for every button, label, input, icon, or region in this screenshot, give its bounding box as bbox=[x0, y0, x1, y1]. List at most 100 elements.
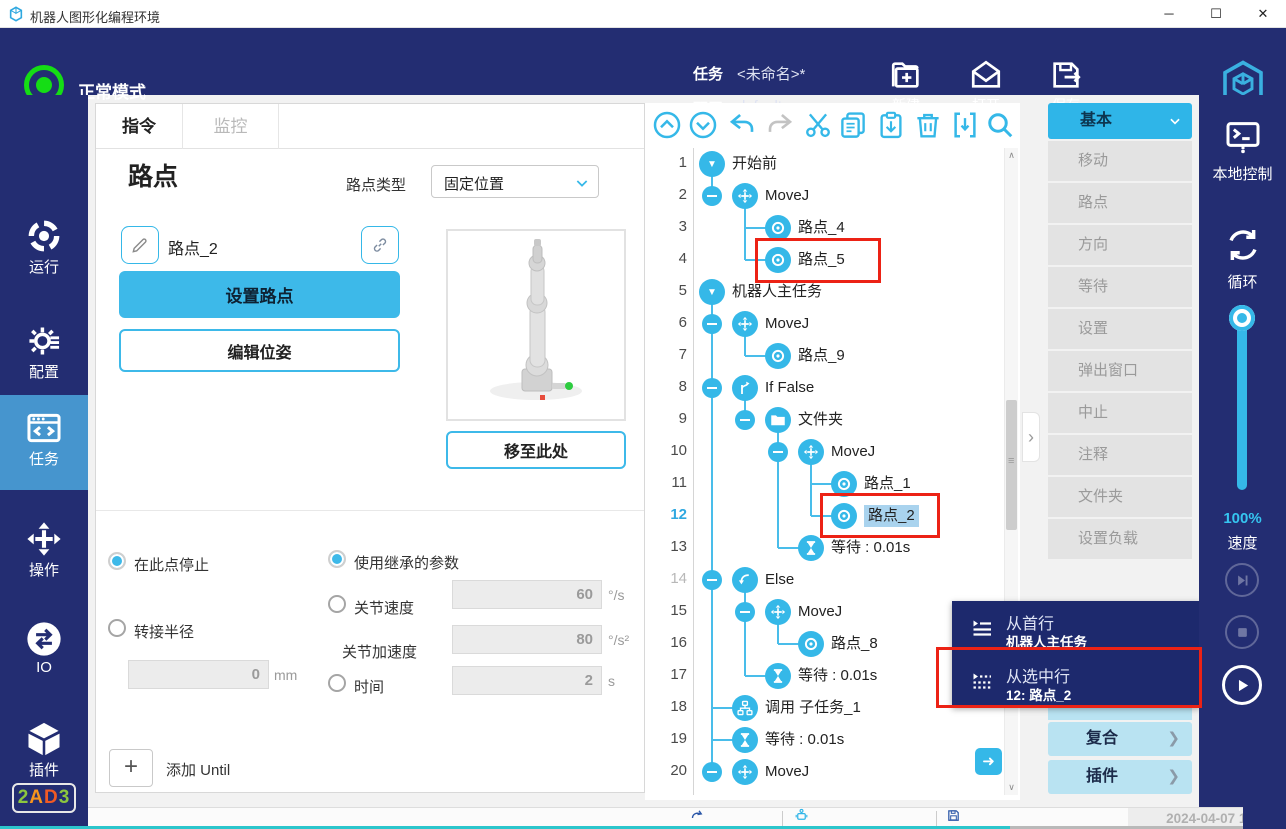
speed-slider-thumb[interactable] bbox=[1229, 305, 1255, 331]
blend-radius-input[interactable]: 0 bbox=[128, 660, 269, 689]
link-button[interactable] bbox=[361, 226, 399, 264]
palette-item-2[interactable]: 方向 bbox=[1048, 225, 1192, 265]
sidebar-item-task[interactable]: 任务 bbox=[0, 395, 88, 490]
tree-row-label[interactable]: 路点_2 bbox=[864, 505, 919, 527]
collapse-minus-icon[interactable] bbox=[702, 570, 722, 590]
tree-row-label[interactable]: If False bbox=[765, 377, 814, 399]
tree-row-label[interactable]: 路点_8 bbox=[831, 633, 878, 655]
play-button[interactable] bbox=[1222, 665, 1262, 705]
tree-row-label[interactable]: MoveJ bbox=[798, 601, 842, 623]
collapse-minus-icon[interactable] bbox=[735, 602, 755, 622]
palette-item-0[interactable]: 移动 bbox=[1048, 141, 1192, 181]
tree-row-label[interactable]: 路点_4 bbox=[798, 217, 845, 239]
collapse-minus-icon[interactable] bbox=[702, 378, 722, 398]
tree-row-label[interactable]: Else bbox=[765, 569, 794, 591]
rename-button[interactable] bbox=[121, 226, 159, 264]
step-forward-button[interactable] bbox=[1225, 563, 1259, 597]
joint-accel-input[interactable]: 80 bbox=[452, 625, 602, 654]
palette-hidden-button[interactable] bbox=[1048, 708, 1192, 720]
sidebar-item-run[interactable]: 运行 bbox=[0, 203, 88, 298]
tree-collapse-icon[interactable]: ▼ bbox=[699, 279, 725, 305]
delete-button[interactable] bbox=[913, 110, 943, 140]
stop-here-radio[interactable] bbox=[108, 552, 126, 570]
palette-item-4[interactable]: 设置 bbox=[1048, 309, 1192, 349]
context-menu-item-0[interactable]: 从首行 机器人主任务 bbox=[952, 601, 1200, 654]
search-button[interactable] bbox=[985, 110, 1015, 140]
robot-id-badge[interactable]: 2AD3 bbox=[12, 783, 76, 813]
collapse-minus-icon[interactable] bbox=[735, 410, 755, 430]
tree-row-label[interactable]: MoveJ bbox=[765, 313, 809, 335]
tree-row-label[interactable]: 开始前 bbox=[732, 153, 777, 175]
local-control-icon[interactable] bbox=[1223, 117, 1263, 157]
tree-row-label[interactable]: MoveJ bbox=[765, 761, 809, 783]
set-waypoint-button[interactable]: 设置路点 bbox=[119, 271, 400, 318]
task-value: <未命名>* bbox=[737, 63, 805, 84]
blend-radius-radio[interactable] bbox=[108, 619, 126, 637]
context-menu-item-1[interactable]: 从选中行 12: 路点_2 bbox=[952, 654, 1200, 707]
sidebar-item-config[interactable]: 配置 bbox=[0, 308, 88, 403]
time-radio[interactable] bbox=[328, 674, 346, 692]
time-input[interactable]: 2 bbox=[452, 666, 602, 695]
minimize-button[interactable]: ─ bbox=[1146, 0, 1192, 28]
tree-row-label[interactable]: 等待 : 0.01s bbox=[765, 729, 844, 751]
undo-button[interactable] bbox=[727, 110, 757, 140]
add-until-button[interactable]: + bbox=[109, 749, 153, 787]
joint-speed-input[interactable]: 60 bbox=[452, 580, 602, 609]
palette-item-5[interactable]: 弹出窗口 bbox=[1048, 351, 1192, 391]
panel-expander[interactable]: › bbox=[1022, 412, 1040, 462]
loop-icon[interactable] bbox=[1221, 223, 1265, 267]
tree-line-number: 2 bbox=[649, 186, 687, 203]
palette-item-6[interactable]: 中止 bbox=[1048, 393, 1192, 433]
tab-instruction[interactable]: 指令 bbox=[96, 104, 183, 149]
paste-button[interactable] bbox=[876, 110, 906, 140]
cut-button[interactable] bbox=[803, 110, 833, 140]
collapse-minus-icon[interactable] bbox=[702, 762, 722, 782]
tree-connector bbox=[811, 483, 832, 485]
collapse-minus-icon[interactable] bbox=[702, 186, 722, 206]
tree-row-label[interactable]: 机器人主任务 bbox=[732, 281, 822, 303]
title-bar: 机器人图形化编程环境 ─ ☐ ✕ bbox=[0, 0, 1286, 28]
collapse-minus-icon[interactable] bbox=[702, 314, 722, 334]
tree-row-label[interactable]: 文件夹 bbox=[798, 409, 843, 431]
inherit-params-radio[interactable] bbox=[328, 550, 346, 568]
palette-item-3[interactable]: 等待 bbox=[1048, 267, 1192, 307]
copy-button[interactable] bbox=[838, 110, 868, 140]
edit-pose-button[interactable]: 编辑位姿 bbox=[119, 329, 400, 372]
close-button[interactable]: ✕ bbox=[1240, 0, 1286, 28]
insert-button[interactable] bbox=[950, 110, 980, 140]
move-here-button[interactable]: 移至此处 bbox=[446, 431, 626, 469]
waypoint-type-select[interactable]: 固定位置 bbox=[431, 165, 599, 198]
tree-row-label[interactable]: 路点_1 bbox=[864, 473, 911, 495]
scroll-up-icon[interactable]: ∧ bbox=[1005, 150, 1018, 161]
sidebar-item-operate[interactable]: 操作 bbox=[0, 506, 88, 601]
tree-row-label[interactable]: 路点_5 bbox=[798, 249, 845, 271]
palette-category-basic[interactable]: 基本 bbox=[1048, 103, 1192, 139]
palette-item-1[interactable]: 路点 bbox=[1048, 183, 1192, 223]
gear-icon bbox=[25, 322, 63, 360]
tree-collapse-icon[interactable]: ▼ bbox=[699, 151, 725, 177]
tree-row-label[interactable]: MoveJ bbox=[831, 441, 875, 463]
collapse-minus-icon[interactable] bbox=[768, 442, 788, 462]
joint-speed-radio[interactable] bbox=[328, 595, 346, 613]
palette-item-7[interactable]: 注释 bbox=[1048, 435, 1192, 475]
maximize-button[interactable]: ☐ bbox=[1193, 0, 1239, 28]
chevron-down-icon bbox=[1168, 114, 1182, 128]
scrollbar-thumb[interactable] bbox=[1006, 400, 1017, 530]
stop-button[interactable] bbox=[1225, 615, 1259, 649]
jump-to-selection-button[interactable]: ➜ bbox=[975, 748, 1002, 775]
tree-row-label[interactable]: 等待 : 0.01s bbox=[831, 537, 910, 559]
tree-row-label[interactable]: 调用 子任务_1 bbox=[765, 697, 861, 719]
palette-footer-1[interactable]: 插件❯ bbox=[1048, 760, 1192, 794]
tree-row-label[interactable]: 等待 : 0.01s bbox=[798, 665, 877, 687]
palette-item-9[interactable]: 设置负载 bbox=[1048, 519, 1192, 559]
tree-row-label[interactable]: 路点_9 bbox=[798, 345, 845, 367]
move-down-button[interactable] bbox=[688, 110, 718, 140]
move-up-button[interactable] bbox=[652, 110, 682, 140]
tree-row-label[interactable]: MoveJ bbox=[765, 185, 809, 207]
tab-monitor[interactable]: 监控 bbox=[183, 104, 279, 149]
speed-slider-track[interactable] bbox=[1237, 318, 1247, 490]
palette-footer-0[interactable]: 复合❯ bbox=[1048, 722, 1192, 756]
palette-item-8[interactable]: 文件夹 bbox=[1048, 477, 1192, 517]
scroll-down-icon[interactable]: ∨ bbox=[1005, 782, 1018, 793]
sidebar-item-io[interactable]: IO bbox=[0, 606, 88, 701]
